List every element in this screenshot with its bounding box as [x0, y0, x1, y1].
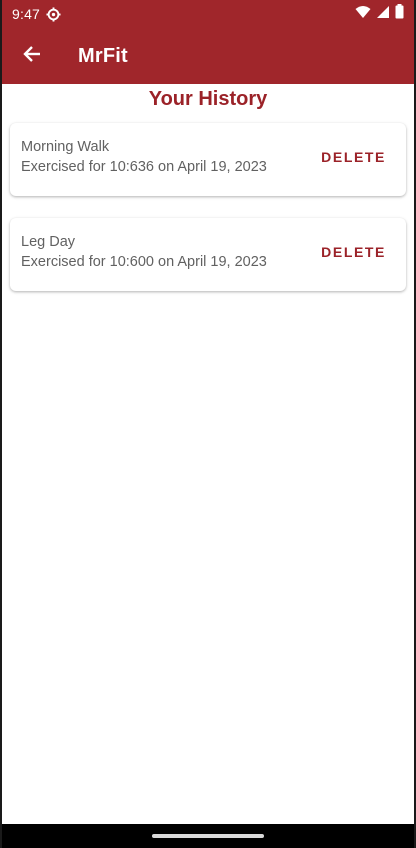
- history-card: Leg Day Exercised for 10:600 on April 19…: [10, 218, 406, 291]
- delete-button[interactable]: DELETE: [321, 149, 386, 165]
- history-list: Morning Walk Exercised for 10:636 on Apr…: [10, 123, 406, 313]
- arrow-back-icon: [22, 44, 42, 69]
- home-gesture-handle[interactable]: [152, 834, 264, 838]
- delete-button[interactable]: DELETE: [321, 244, 386, 260]
- status-time: 9:47: [12, 6, 41, 22]
- navigation-bar: [2, 824, 414, 848]
- signal-icon: [376, 5, 390, 24]
- status-icons: [355, 4, 404, 24]
- app-bar: MrFit: [2, 28, 414, 84]
- workout-detail: Exercised for 10:600 on April 19, 2023: [21, 254, 267, 270]
- status-bar: 9:47: [2, 0, 414, 28]
- workout-name: Morning Walk: [21, 139, 110, 155]
- page-title: Your History: [148, 88, 268, 110]
- settings-gear-icon: [46, 6, 61, 22]
- battery-icon: [395, 4, 404, 24]
- app-title: MrFit: [78, 44, 128, 67]
- app-screen: 9:47 MrFit Your History Morning Walk Exe…: [0, 0, 416, 848]
- workout-detail: Exercised for 10:636 on April 19, 2023: [21, 159, 267, 175]
- workout-name: Leg Day: [21, 234, 76, 250]
- back-button[interactable]: [4, 28, 60, 84]
- wifi-icon: [355, 5, 371, 24]
- history-card: Morning Walk Exercised for 10:636 on Apr…: [10, 123, 406, 196]
